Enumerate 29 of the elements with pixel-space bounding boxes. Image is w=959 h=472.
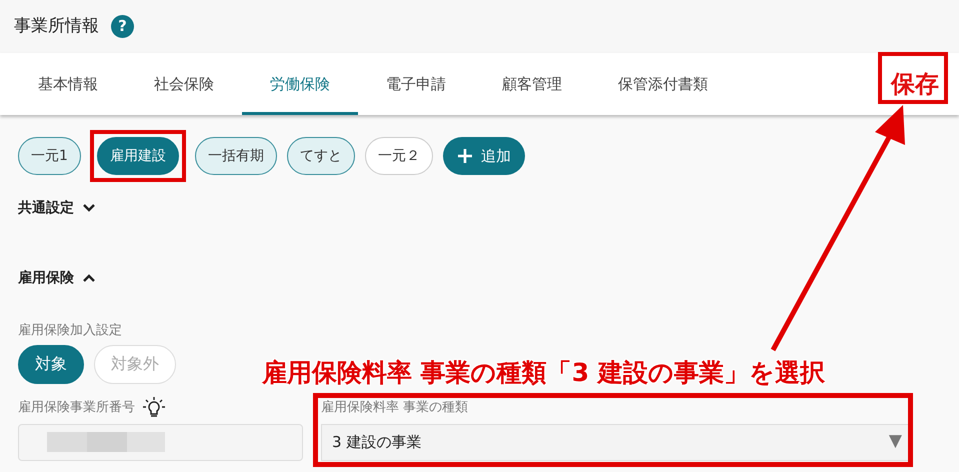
filter-chip[interactable]: 雇用建設: [96, 137, 179, 175]
plus-icon: [456, 148, 473, 164]
filter-chip[interactable]: 一元２: [364, 137, 433, 175]
chevron-up-icon[interactable]: [82, 273, 96, 283]
tab[interactable]: 社会保険: [126, 53, 242, 115]
chevron-down-icon[interactable]: [82, 203, 96, 213]
tab[interactable]: 電子申請: [358, 53, 474, 115]
page-title: 事業所情報: [14, 14, 99, 38]
tab[interactable]: 保管添付書類: [590, 53, 736, 115]
select-field[interactable]: 3 建設の事業 ▼: [321, 424, 909, 460]
tab[interactable]: 労働保険: [242, 53, 358, 115]
section-title[interactable]: 共通設定: [18, 198, 74, 218]
add-button[interactable]: 追加: [442, 137, 525, 175]
filter-chip[interactable]: 一元1: [18, 137, 81, 175]
field-label: 雇用保険料率 事業の種類: [321, 398, 468, 417]
tab[interactable]: 基本情報: [10, 53, 126, 115]
toggle-option[interactable]: 対象: [18, 344, 84, 384]
lightbulb-icon[interactable]: [143, 396, 165, 418]
highlight-frame: [878, 52, 948, 104]
field-label: 雇用保険加入設定: [18, 322, 123, 340]
annotation-caption: 雇用保険料率 事業の種類「3 建設の事業」を選択: [262, 357, 825, 389]
save-button[interactable]: 保存: [887, 66, 943, 102]
help-icon[interactable]: ?: [111, 15, 134, 38]
filter-chip[interactable]: 一括有期: [194, 137, 277, 175]
input-field[interactable]: [18, 424, 303, 460]
tab[interactable]: 顧客管理: [474, 53, 590, 115]
field-label: 雇用保険事業所番号: [18, 398, 135, 417]
section-title[interactable]: 雇用保険: [18, 268, 74, 288]
filter-chip[interactable]: てすと: [286, 137, 355, 175]
